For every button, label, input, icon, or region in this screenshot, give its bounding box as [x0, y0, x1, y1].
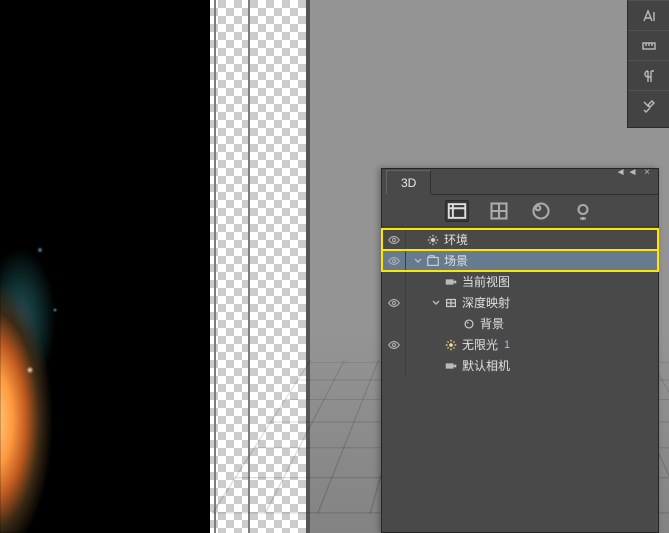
- tree-item-label: 背景: [478, 315, 504, 332]
- count-badge: 1: [504, 339, 510, 351]
- tree-row-深度映射[interactable]: 深度映射: [382, 292, 658, 313]
- tree-item-label: 当前视图: [460, 273, 510, 290]
- tree-item-label: 场景: [442, 252, 468, 269]
- tree-row-场景[interactable]: 场景: [382, 250, 658, 271]
- 3d-scene-tree: 环境场景当前视图深度映射背景无限光 1 默认相机: [382, 227, 658, 378]
- tree-item-label: 深度映射: [460, 294, 510, 311]
- visibility-toggle[interactable]: [382, 271, 406, 292]
- filter-mesh-icon[interactable]: [487, 200, 511, 222]
- visibility-toggle[interactable]: [382, 313, 406, 334]
- filter-material-icon[interactable]: [529, 200, 553, 222]
- character-panel-button[interactable]: [628, 0, 669, 30]
- twisty-open-icon[interactable]: [412, 256, 424, 266]
- tree-row-背景[interactable]: 背景: [382, 313, 658, 334]
- nebula-image: [0, 220, 80, 533]
- tree-item-label: 无限光: [460, 336, 498, 353]
- mesh-icon: [442, 296, 460, 310]
- tree-row-环境[interactable]: 环境: [382, 229, 658, 250]
- panel-collapse-close[interactable]: ◄◄ ×: [616, 167, 652, 178]
- right-tool-strip: [627, 0, 669, 128]
- visibility-toggle[interactable]: [382, 292, 406, 313]
- tree-row-默认相机[interactable]: 默认相机: [382, 355, 658, 376]
- visibility-toggle[interactable]: [382, 229, 406, 250]
- visibility-toggle[interactable]: [382, 355, 406, 376]
- light-icon: [442, 338, 460, 352]
- 3d-filter-bar: [382, 195, 658, 227]
- visibility-toggle[interactable]: [382, 334, 406, 355]
- tree-row-当前视图[interactable]: 当前视图: [382, 271, 658, 292]
- twisty-open-icon[interactable]: [430, 298, 442, 308]
- scene-icon: [424, 254, 442, 268]
- tree-item-label: 默认相机: [460, 357, 510, 374]
- filter-light-icon[interactable]: [571, 200, 595, 222]
- 3d-panel: ◄◄ × 3D 环境场景当前视图深度映射背景无限光 1 默认相机: [381, 168, 659, 533]
- tree-item-label: 环境: [442, 231, 468, 248]
- tab-3d[interactable]: 3D: [386, 170, 431, 194]
- camera-icon: [442, 275, 460, 289]
- visibility-toggle[interactable]: [382, 250, 406, 271]
- camera-icon: [442, 359, 460, 373]
- paragraph-panel-button[interactable]: [628, 60, 669, 90]
- env-icon: [424, 233, 442, 247]
- filter-scene-icon[interactable]: [445, 200, 469, 222]
- ruler-guide: [214, 0, 216, 533]
- tree-row-无限光[interactable]: 无限光 1: [382, 334, 658, 355]
- ruler-icon[interactable]: [628, 30, 669, 60]
- material-icon: [460, 317, 478, 331]
- tools-icon[interactable]: [628, 90, 669, 120]
